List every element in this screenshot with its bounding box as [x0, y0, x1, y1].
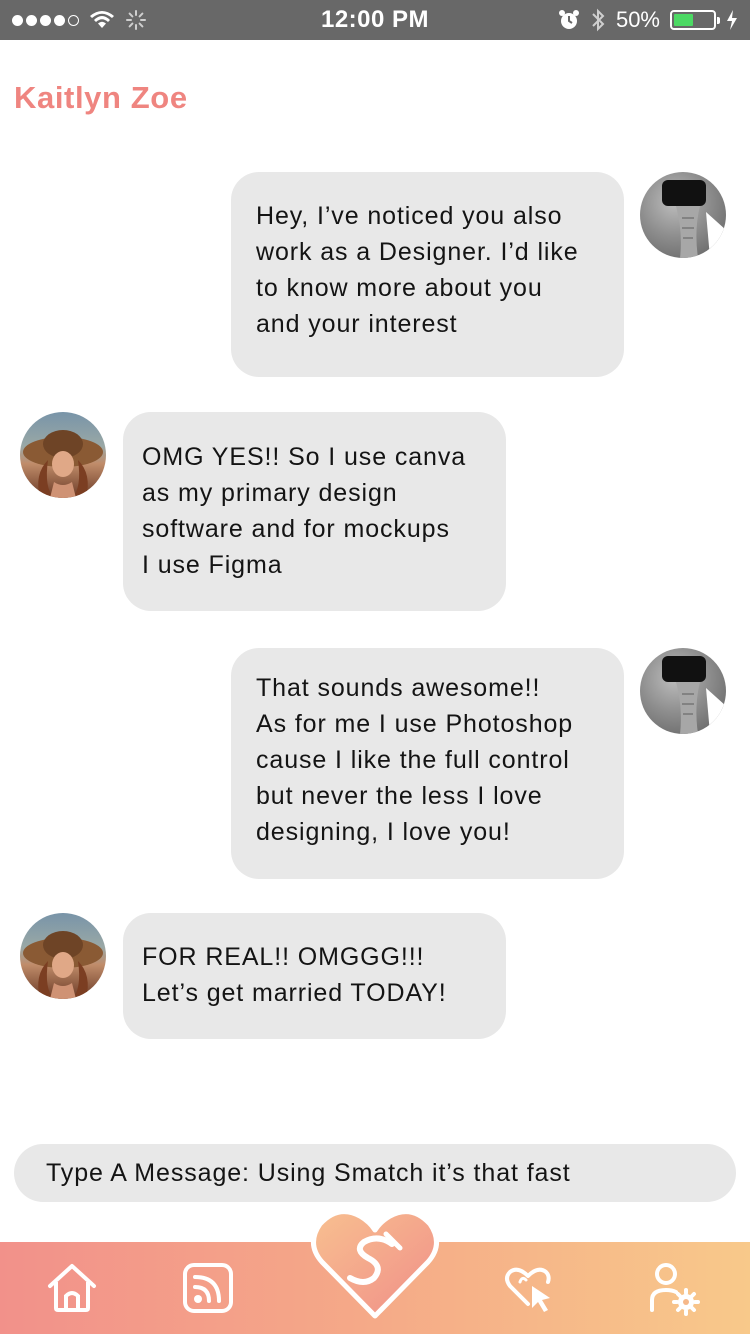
battery-percent: 50% — [615, 7, 660, 32]
nav-profile-settings[interactable] — [646, 1260, 702, 1316]
nav-likes[interactable] — [500, 1260, 556, 1316]
message-text: Hey, I’ve noticed you also work as a Des… — [256, 202, 579, 338]
message-text: FOR REAL!! OMGGG!!! Let’s get married TO… — [142, 943, 447, 1007]
status-right: 50% — [558, 0, 738, 40]
my-avatar[interactable] — [640, 648, 726, 734]
bluetooth-icon — [592, 8, 605, 32]
message-text: OMG YES!! So I use canva as my primary d… — [142, 443, 467, 579]
smatch-heart-icon — [311, 1209, 439, 1319]
alarm-icon — [558, 10, 579, 29]
nav-feed[interactable] — [180, 1260, 236, 1316]
home-icon — [48, 1264, 96, 1312]
user-settings-icon — [650, 1263, 700, 1316]
smatch-heart-button[interactable] — [308, 1204, 442, 1322]
my-avatar[interactable] — [640, 172, 726, 258]
heart-cursor-icon — [505, 1267, 551, 1312]
battery-icon — [670, 10, 720, 30]
message-input-text[interactable]: Type A Message: Using Smatch it’s that f… — [46, 1144, 571, 1202]
message-bubble-sent: Hey, I’ve noticed you also work as a Des… — [231, 172, 624, 377]
message-bubble-received: OMG YES!! So I use canva as my primary d… — [123, 412, 506, 611]
message-bubble-sent: That sounds awesome!! As for me I use Ph… — [231, 648, 624, 879]
contact-avatar[interactable] — [20, 913, 106, 999]
status-bar: 12:00 PM 50% — [0, 0, 750, 40]
nav-home[interactable] — [44, 1260, 100, 1316]
contact-name[interactable]: Kaitlyn Zoe — [14, 80, 188, 116]
charging-bolt-icon — [727, 10, 737, 30]
message-text: That sounds awesome!! As for me I use Ph… — [256, 674, 574, 846]
feed-icon — [183, 1263, 233, 1313]
message-input[interactable]: Type A Message: Using Smatch it’s that f… — [14, 1144, 736, 1202]
message-bubble-received: FOR REAL!! OMGGG!!! Let’s get married TO… — [123, 913, 506, 1039]
contact-avatar[interactable] — [20, 412, 106, 498]
